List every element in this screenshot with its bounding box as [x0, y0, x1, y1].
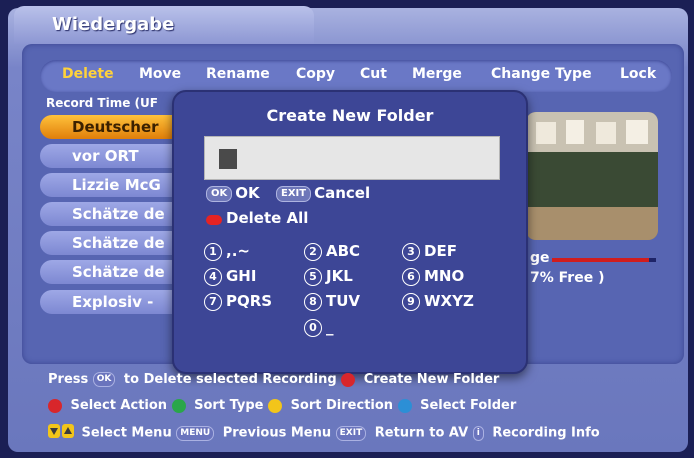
key-number: 4: [204, 267, 222, 286]
key-9[interactable]: 9 WXYZ: [402, 292, 474, 311]
menu-button-icon: MENU: [176, 425, 215, 441]
select-folder-hint: Select Folder: [420, 398, 517, 413]
key-5[interactable]: 5 JKL: [304, 267, 353, 286]
key-number: 3: [402, 242, 420, 261]
action-change-type[interactable]: Change Type: [491, 66, 592, 82]
key-number: 8: [304, 292, 322, 311]
yellow-dot-icon: [268, 398, 283, 413]
red-dot-icon: [48, 398, 62, 413]
ok-button-icon: OK: [92, 372, 116, 387]
storage-bar: [552, 258, 656, 262]
action-copy[interactable]: Copy: [296, 66, 335, 82]
storage-label: ge: [530, 250, 550, 266]
select-menu-hint: Select Menu: [81, 425, 172, 441]
recording-item[interactable]: vor ORT: [40, 144, 190, 168]
window-title: Wiedergabe: [52, 14, 175, 35]
action-delete[interactable]: Delete: [62, 66, 114, 82]
blue-dot-icon: [397, 398, 412, 413]
dialog-title: Create New Folder: [266, 106, 434, 125]
cancel-label: Cancel: [314, 184, 371, 202]
action-move[interactable]: Move: [139, 66, 181, 82]
action-lock[interactable]: Lock: [620, 66, 656, 82]
key-chars: DEF: [424, 242, 457, 260]
key-chars: PQRS: [226, 292, 273, 310]
key-chars: ,.~: [226, 242, 250, 260]
select-action-hint: Select Action: [70, 398, 168, 413]
footer-line-2: Select Action Sort Type Sort Direction S…: [48, 398, 516, 413]
exit-button-icon: EXIT: [335, 425, 367, 441]
key-number: 1: [204, 242, 222, 261]
storage-fill: [552, 258, 649, 262]
recording-item[interactable]: Deutscher: [40, 115, 190, 139]
key-chars: GHI: [226, 267, 257, 285]
sort-direction-hint: Sort Direction: [290, 398, 394, 413]
key-number: 9: [402, 292, 420, 311]
storage-free-text: 7% Free ): [530, 270, 605, 286]
key-1[interactable]: 1 ,.~: [204, 242, 250, 261]
key-chars: ABC: [326, 242, 361, 260]
record-time-label: Record Time (UF: [46, 96, 158, 110]
return-av-hint: Return to AV: [374, 425, 469, 441]
delete-hint: to Delete selected Recording: [123, 372, 337, 387]
create-folder-hint: Create New Folder: [363, 372, 500, 387]
key-number: 2: [304, 242, 322, 261]
cancel-row[interactable]: EXIT Cancel: [276, 184, 370, 202]
key-chars: MNO: [424, 267, 465, 285]
previous-menu-hint: Previous Menu: [222, 425, 332, 441]
footer-line-3: Select Menu MENU Previous Menu EXIT Retu…: [48, 424, 600, 442]
red-button-icon: [206, 215, 222, 225]
ok-label: OK: [235, 184, 260, 202]
key-3[interactable]: 3 DEF: [402, 242, 457, 261]
text-cursor: [219, 149, 237, 169]
key-6[interactable]: 6 MNO: [402, 267, 464, 286]
recording-item[interactable]: Schätze de: [40, 202, 190, 226]
key-number: 6: [402, 267, 420, 286]
key-number: 5: [304, 267, 322, 286]
key-number: 0: [304, 318, 322, 337]
folder-name-input[interactable]: [204, 136, 500, 180]
key-chars: WXYZ: [424, 292, 474, 310]
key-2[interactable]: 2 ABC: [304, 242, 360, 261]
footer-line-1: Press OK to Delete selected Recording Cr…: [48, 372, 499, 387]
recording-item[interactable]: Lizzie McG: [40, 173, 190, 197]
key-0[interactable]: 0 _: [304, 318, 334, 337]
key-chars: JKL: [326, 267, 353, 285]
recording-item[interactable]: Schätze de: [40, 231, 190, 255]
exit-key-icon: EXIT: [276, 185, 312, 202]
recording-item[interactable]: Schätze de: [40, 260, 190, 284]
key-chars: TUV: [326, 292, 361, 310]
press-label: Press: [48, 372, 89, 387]
ok-row[interactable]: OK OK: [206, 184, 260, 202]
red-dot-icon: [341, 372, 356, 387]
screen: Wiedergabe Delete Move Rename Copy Cut M…: [0, 0, 694, 458]
delete-all-label[interactable]: Delete All: [226, 209, 308, 227]
recording-item[interactable]: Explosiv -: [40, 290, 190, 314]
key-chars: _: [326, 318, 334, 336]
key-number: 7: [204, 292, 222, 311]
action-rename[interactable]: Rename: [206, 66, 270, 82]
up-down-arrows-icon: [48, 424, 74, 442]
info-button-icon: i: [472, 425, 484, 441]
action-merge[interactable]: Merge: [412, 66, 462, 82]
recording-info-hint: Recording Info: [492, 425, 600, 441]
key-8[interactable]: 8 TUV: [304, 292, 360, 311]
create-folder-dialog: Create New Folder OK OK EXIT Cancel Delete…: [172, 90, 528, 374]
key-7[interactable]: 7 PQRS: [204, 292, 272, 311]
ok-key-icon: OK: [206, 185, 233, 202]
action-cut[interactable]: Cut: [360, 66, 387, 82]
sort-type-hint: Sort Type: [194, 398, 264, 413]
preview-image: [526, 112, 658, 240]
arrow-keys-icon: [48, 424, 74, 438]
preview-thumbnail: [526, 112, 658, 240]
green-dot-icon: [171, 398, 186, 413]
key-4[interactable]: 4 GHI: [204, 267, 256, 286]
